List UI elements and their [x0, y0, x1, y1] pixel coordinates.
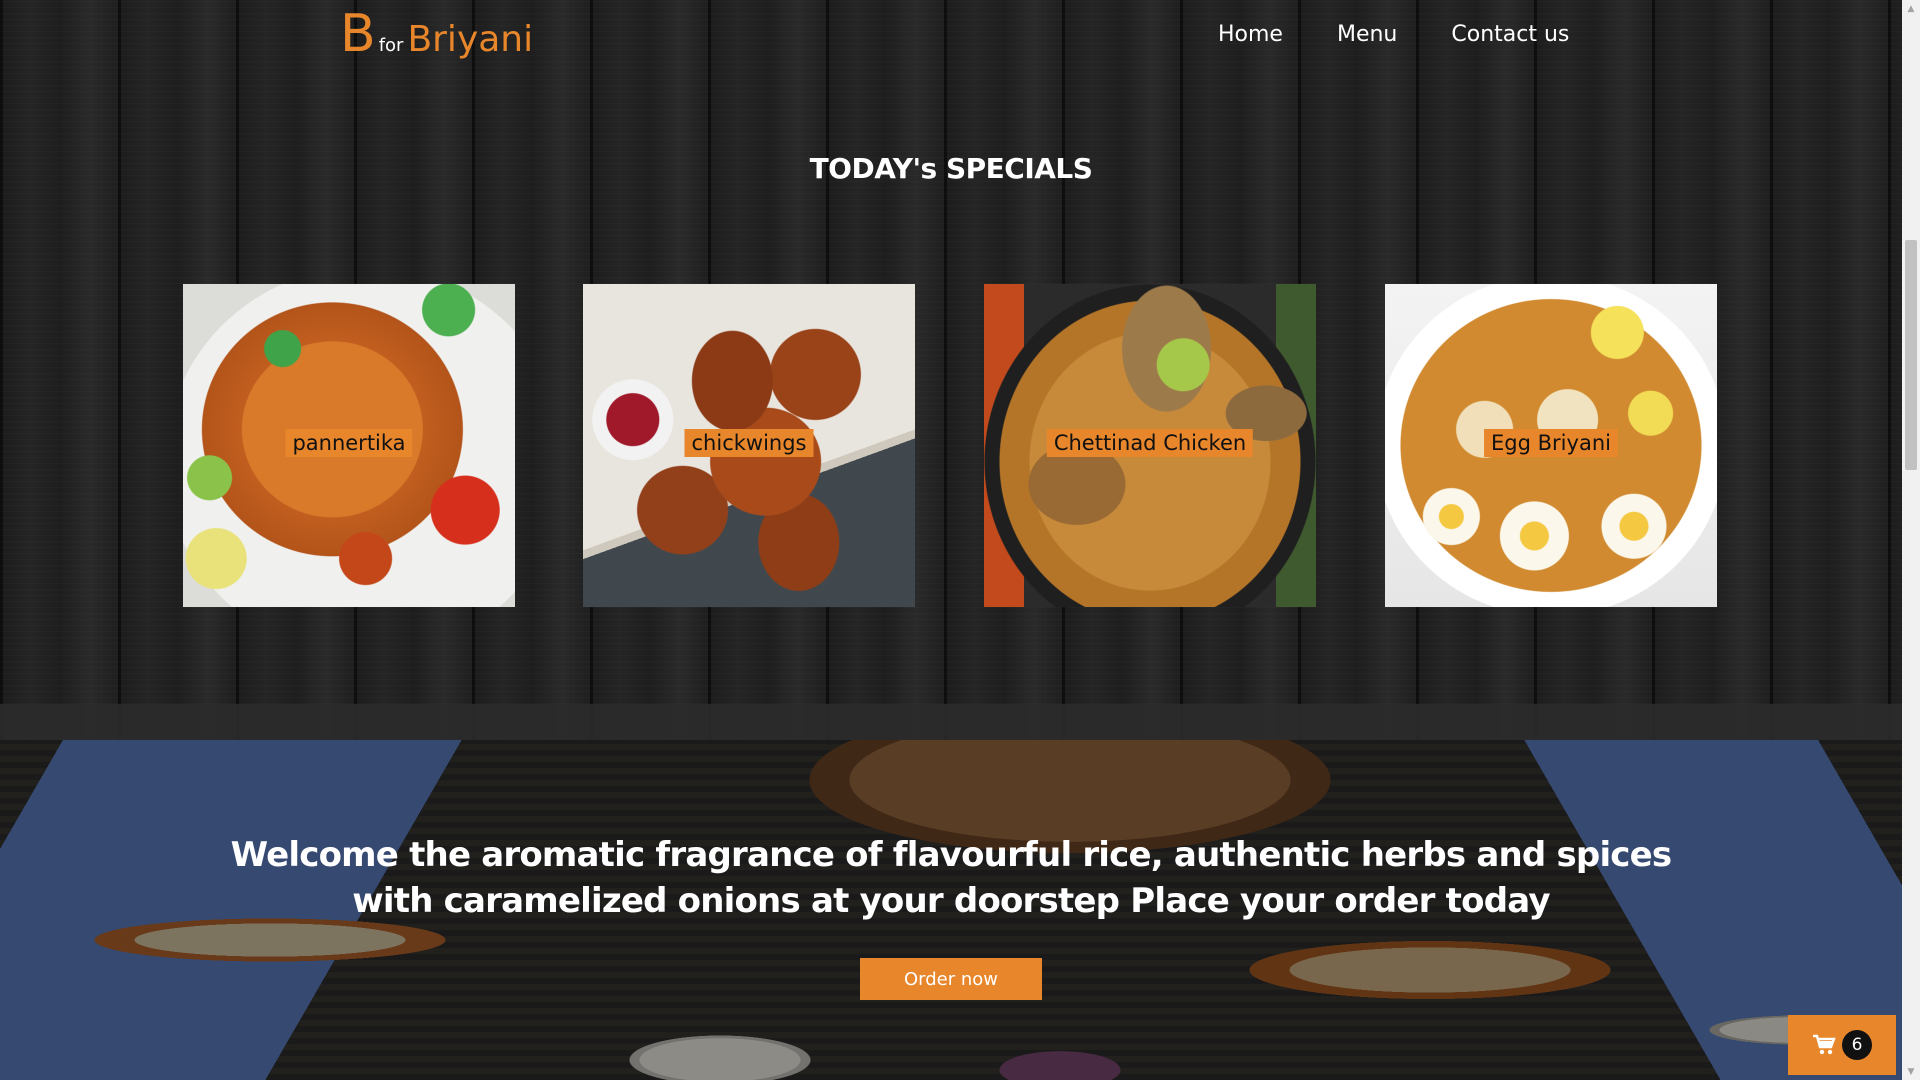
special-card-label: chickwings [684, 429, 814, 457]
brand-logo[interactable]: B for Briyani [340, 8, 533, 60]
hero-banner: Welcome the aromatic fragrance of flavou… [0, 740, 1902, 1080]
main-nav: Home Menu Contact us [1218, 22, 1569, 47]
nav-home-link[interactable]: Home [1218, 22, 1283, 47]
special-card[interactable]: Chettinad Chicken [984, 284, 1316, 607]
specials-heading: TODAY's SPECIALS [809, 152, 1093, 185]
page-scrollbar[interactable]: ▲ ▼ [1902, 0, 1920, 1080]
cart-icon [1813, 1034, 1836, 1055]
cart-count-badge: 6 [1842, 1030, 1872, 1060]
special-card[interactable]: pannertika [183, 284, 515, 607]
scroll-thumb[interactable] [1905, 240, 1917, 470]
scroll-up-arrow-icon[interactable]: ▲ [1902, 0, 1920, 17]
cart-button[interactable]: 6 [1788, 1015, 1896, 1075]
scroll-down-arrow-icon[interactable]: ▼ [1902, 1063, 1920, 1080]
special-card-label: Egg Briyani [1484, 429, 1618, 457]
special-card-label: pannertika [285, 429, 413, 457]
hero-message: Welcome the aromatic fragrance of flavou… [230, 835, 1673, 921]
special-card-label: Chettinad Chicken [1046, 429, 1254, 457]
logo-name: Briyani [407, 19, 534, 60]
nav-menu-link[interactable]: Menu [1337, 22, 1397, 47]
special-card[interactable]: Egg Briyani [1385, 284, 1717, 607]
logo-letter: B [340, 4, 376, 64]
logo-connector: for [378, 35, 404, 56]
section-divider [0, 704, 1902, 740]
nav-contact-link[interactable]: Contact us [1451, 22, 1569, 47]
order-now-button[interactable]: Order now [860, 958, 1042, 1000]
site-header: B for Briyani Home Menu Contact us [0, 0, 1902, 80]
special-card[interactable]: chickwings [583, 284, 915, 607]
